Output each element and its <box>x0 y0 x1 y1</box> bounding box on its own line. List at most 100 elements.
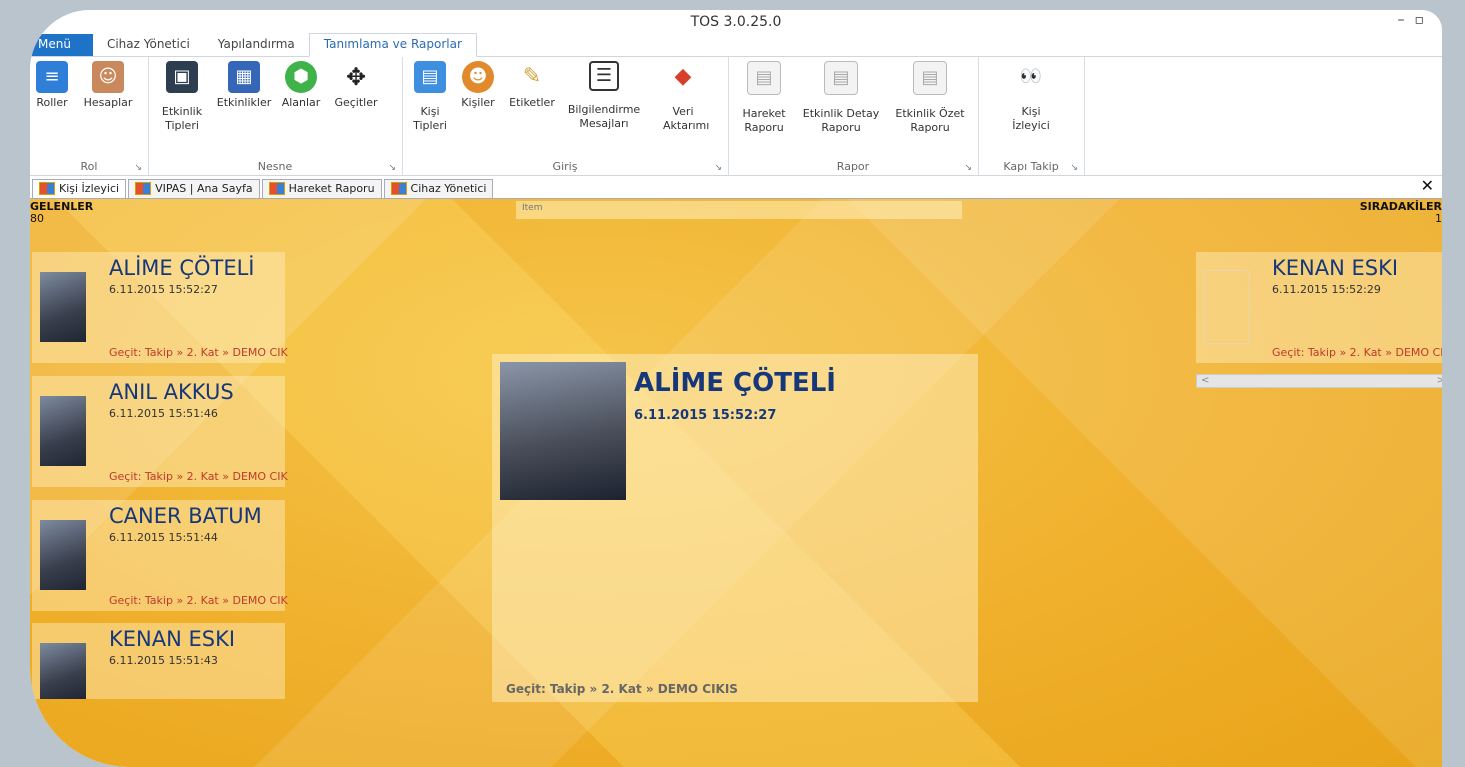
group-giris: ▤ Kişi Tipleri ☻ Kişiler ✎ Etiketler ☰ B… <box>402 57 729 175</box>
arrivals-count: 80 <box>30 212 44 225</box>
rol-launcher-icon[interactable]: ↘ <box>134 163 142 173</box>
accounts-button[interactable]: ☺ Hesaplar <box>78 61 138 110</box>
current-person-time: 6.11.2015 15:52:27 <box>634 408 777 423</box>
persons-button[interactable]: ☻ Kişiler <box>456 61 500 110</box>
message-icon: ☰ <box>589 61 619 91</box>
tab-tanimlama-raporlar[interactable]: Tanımlama ve Raporlar <box>308 33 477 57</box>
scroll-right-icon[interactable]: > <box>1437 375 1442 386</box>
event-summary-report-button[interactable]: ▤ Etkinlik Özet Raporu <box>888 61 972 135</box>
avatar <box>40 643 86 699</box>
roles-button[interactable]: ≡ Roller <box>32 61 72 110</box>
nesne-launcher-icon[interactable]: ↘ <box>388 163 396 173</box>
persons-icon: ☻ <box>462 61 494 93</box>
person-name: KENAN ESKI <box>109 627 236 651</box>
group-label-rapor: Rapor <box>836 160 870 173</box>
queue-scrollbar[interactable]: < > <box>1196 374 1442 388</box>
doctab-cihaz-yonetici[interactable]: Cihaz Yönetici <box>383 179 494 198</box>
queue-count: 1 <box>1435 212 1442 225</box>
person-gate: Geçit: Takip » 2. Kat » DEMO CIK <box>109 470 288 483</box>
group-label-rol: Rol <box>80 160 98 173</box>
ribbon: ≡ Roller ☺ Hesaplar Rol ↘ ▣ Etkinlik Tip… <box>30 57 1442 176</box>
scroll-left-icon[interactable]: < <box>1201 375 1209 386</box>
move-icon: ✥ <box>340 61 372 93</box>
window-title: TOS 3.0.25.0 <box>690 14 782 30</box>
event-types-button[interactable]: ▣ Etkinlik Tipleri <box>154 61 210 133</box>
group-nesne: ▣ Etkinlik Tipleri ▦ Etkinlikler ⬢ Alanl… <box>148 57 403 175</box>
ribbon-tabs: Menü Cihaz Yönetici Yapılandırma Tanımla… <box>30 33 1442 57</box>
person-gate: Geçit: Takip » 2. Kat » DEMO CIK <box>1272 346 1442 359</box>
avatar-placeholder <box>1204 270 1250 344</box>
arrivals-header: GELENLER <box>30 200 94 213</box>
gates-button[interactable]: ✥ Geçitler <box>330 61 382 110</box>
document-tabs: Kişi İzleyici VIPAS | Ana Sayfa Hareket … <box>30 176 1442 199</box>
person-tracker-button[interactable]: 👀 Kişi İzleyici <box>1004 61 1058 133</box>
person-name: KENAN ESKI <box>1272 256 1399 280</box>
doctab-vipas-ana-sayfa[interactable]: VIPAS | Ana Sayfa <box>128 179 260 198</box>
queue-card[interactable]: KENAN ESKI 6.11.2015 15:52:29 Geçit: Tak… <box>1196 252 1442 363</box>
minimize-button[interactable]: – <box>1398 12 1405 28</box>
monitor-icon: ▣ <box>166 61 198 93</box>
users-icon: ☺ <box>92 61 124 93</box>
info-messages-button[interactable]: ☰ Bilgilendirme Mesajları <box>562 61 646 131</box>
person-time: 6.11.2015 15:51:44 <box>109 531 218 544</box>
labels-button[interactable]: ✎ Etiketler <box>506 61 558 110</box>
arrival-card[interactable]: ANIL AKKUS 6.11.2015 15:51:46 Geçit: Tak… <box>32 376 288 487</box>
group-rapor: ▤ Hareket Raporu ▤ Etkinlik Detay Raporu… <box>728 57 979 175</box>
title-bar: TOS 3.0.25.0 – ▫ <box>30 10 1442 34</box>
calendar-icon: ▦ <box>228 61 260 93</box>
group-label-nesne: Nesne <box>257 160 293 173</box>
current-person-gate: Geçit: Takip » 2. Kat » DEMO CIKIS <box>506 682 738 696</box>
report-icon: ▤ <box>747 61 781 95</box>
list-icon: ≡ <box>36 61 68 93</box>
person-types-button[interactable]: ▤ Kişi Tipleri <box>410 61 450 133</box>
giris-launcher-icon[interactable]: ↘ <box>714 163 722 173</box>
person-name: ALİME ÇÖTELİ <box>109 256 255 280</box>
area-icon: ⬢ <box>285 61 317 93</box>
kapi-launcher-icon[interactable]: ↘ <box>1070 163 1078 173</box>
doctab-kisi-izleyici[interactable]: Kişi İzleyici <box>32 179 127 198</box>
arrival-card[interactable]: CANER BATUM 6.11.2015 15:51:44 Geçit: Ta… <box>32 500 288 611</box>
data-transfer-button[interactable]: ◆ Veri Aktarımı <box>650 61 716 133</box>
queue-header: SIRADAKİLER <box>1359 200 1442 213</box>
window-icon <box>135 182 152 195</box>
eyes-icon: 👀 <box>1015 61 1047 93</box>
window-icon <box>268 182 285 195</box>
window-icon <box>390 182 407 195</box>
person-time: 6.11.2015 15:51:43 <box>109 654 218 667</box>
report-icon: ▤ <box>913 61 947 95</box>
tab-menu[interactable]: Menü <box>30 34 93 56</box>
current-person-name: ALİME ÇÖTELİ <box>634 368 836 398</box>
restore-button[interactable]: ▫ <box>1415 12 1425 28</box>
event-detail-report-button[interactable]: ▤ Etkinlik Detay Raporu <box>794 61 888 135</box>
item-bar: Item <box>516 201 962 219</box>
person-gate: Geçit: Takip » 2. Kat » DEMO CIK <box>109 346 288 359</box>
close-icon[interactable]: ✕ <box>1421 176 1434 195</box>
tab-cihaz-yonetici[interactable]: Cihaz Yönetici <box>93 34 204 56</box>
rapor-launcher-icon[interactable]: ↘ <box>964 163 972 173</box>
app-window: TOS 3.0.25.0 – ▫ Menü Cihaz Yönetici Yap… <box>30 10 1442 767</box>
person-gate: Geçit: Takip » 2. Kat » DEMO CIK <box>109 594 288 607</box>
doctab-hareket-raporu[interactable]: Hareket Raporu <box>261 179 382 198</box>
person-name: CANER BATUM <box>109 504 262 528</box>
arrival-card[interactable]: KENAN ESKI 6.11.2015 15:51:43 <box>32 623 285 699</box>
tracker-panel: GELENLER 80 SIRADAKİLER 1 Item ALİME ÇÖT… <box>30 199 1442 767</box>
person-types-icon: ▤ <box>414 61 446 93</box>
movement-report-button[interactable]: ▤ Hareket Raporu <box>734 61 794 135</box>
events-button[interactable]: ▦ Etkinlikler <box>216 61 272 110</box>
areas-button[interactable]: ⬢ Alanlar <box>278 61 324 110</box>
pencil-icon: ✎ <box>516 61 548 93</box>
avatar <box>40 396 86 466</box>
avatar <box>40 272 86 342</box>
shapes-icon: ◆ <box>667 61 699 93</box>
arrival-card[interactable]: ALİME ÇÖTELİ 6.11.2015 15:52:27 Geçit: T… <box>32 252 288 363</box>
group-kapi-takip: 👀 Kişi İzleyici Kapı Takip ↘ <box>978 57 1085 175</box>
group-rol: ≡ Roller ☺ Hesaplar Rol ↘ <box>30 57 149 175</box>
group-label-giris: Giriş <box>552 160 578 173</box>
tab-yapilandirma[interactable]: Yapılandırma <box>204 34 309 56</box>
person-name: ANIL AKKUS <box>109 380 234 404</box>
group-label-kapi-takip: Kapı Takip <box>1003 160 1059 173</box>
current-person-card: ALİME ÇÖTELİ 6.11.2015 15:52:27 Geçit: T… <box>492 354 978 702</box>
current-person-photo <box>500 362 626 500</box>
person-time: 6.11.2015 15:52:29 <box>1272 283 1381 296</box>
window-icon <box>39 182 55 195</box>
